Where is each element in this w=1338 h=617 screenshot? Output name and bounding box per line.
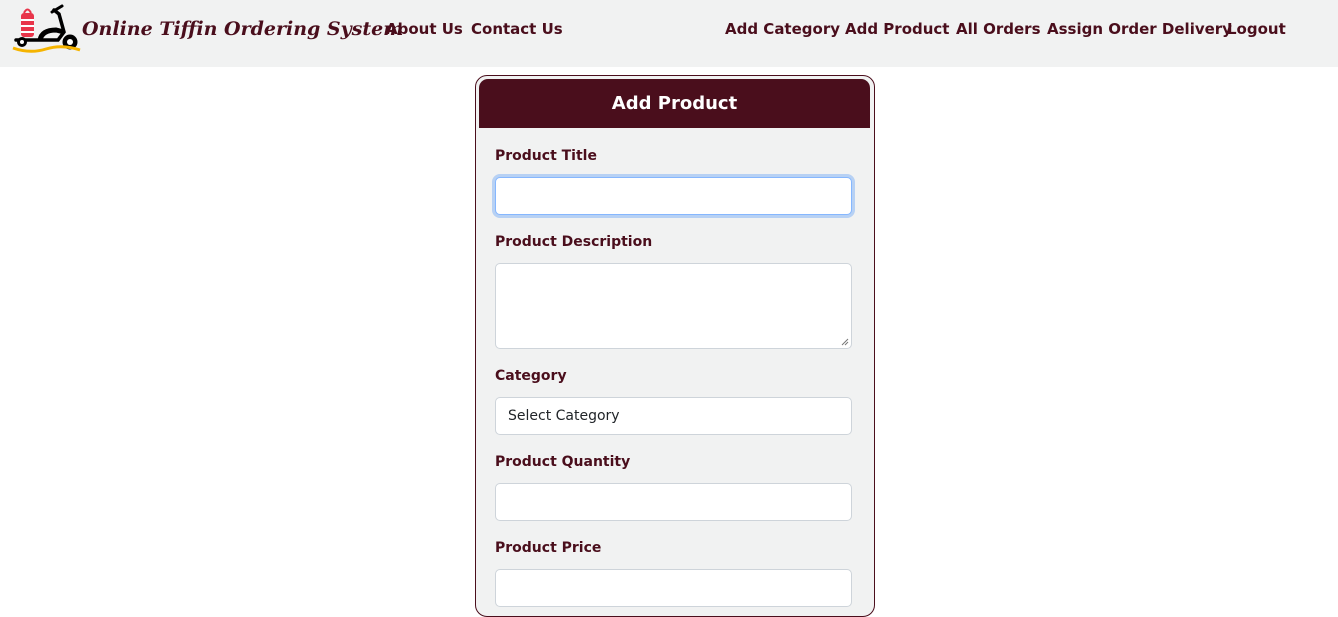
brand[interactable]: Online Tiffin Ordering System: [12, 4, 403, 54]
nav-contact-us-link[interactable]: Contact Us: [471, 20, 563, 38]
category-selected-value: Select Category: [508, 408, 620, 424]
card-title: Add Product: [479, 79, 870, 128]
nav-add-product-link[interactable]: Add Product: [845, 20, 949, 38]
product-price-input[interactable]: [495, 569, 852, 607]
nav-all-orders-link[interactable]: All Orders: [956, 20, 1041, 38]
category-label: Category: [495, 368, 567, 384]
nav-assign-order-delivery-link[interactable]: Assign Order Delivery: [1047, 20, 1232, 38]
nav-add-category-link[interactable]: Add Category: [725, 20, 840, 38]
nav-about-us-link[interactable]: About Us: [386, 20, 463, 38]
product-description-textarea[interactable]: [495, 263, 852, 349]
scooter-logo-icon: [12, 4, 81, 53]
brand-name: Online Tiffin Ordering System: [82, 18, 404, 40]
top-navbar: Online Tiffin Ordering System About Us C…: [0, 0, 1338, 67]
resize-handle-icon[interactable]: [841, 338, 849, 346]
product-quantity-label: Product Quantity: [495, 454, 631, 470]
product-quantity-input[interactable]: [495, 483, 852, 521]
product-price-label: Product Price: [495, 540, 602, 556]
product-description-label: Product Description: [495, 234, 653, 250]
nav-logout-link[interactable]: Logout: [1227, 20, 1286, 38]
category-select[interactable]: Select Category: [495, 397, 852, 435]
add-product-card: Add Product Product Title Product Descri…: [475, 75, 875, 617]
product-title-label: Product Title: [495, 148, 597, 164]
product-title-input[interactable]: [495, 177, 852, 215]
